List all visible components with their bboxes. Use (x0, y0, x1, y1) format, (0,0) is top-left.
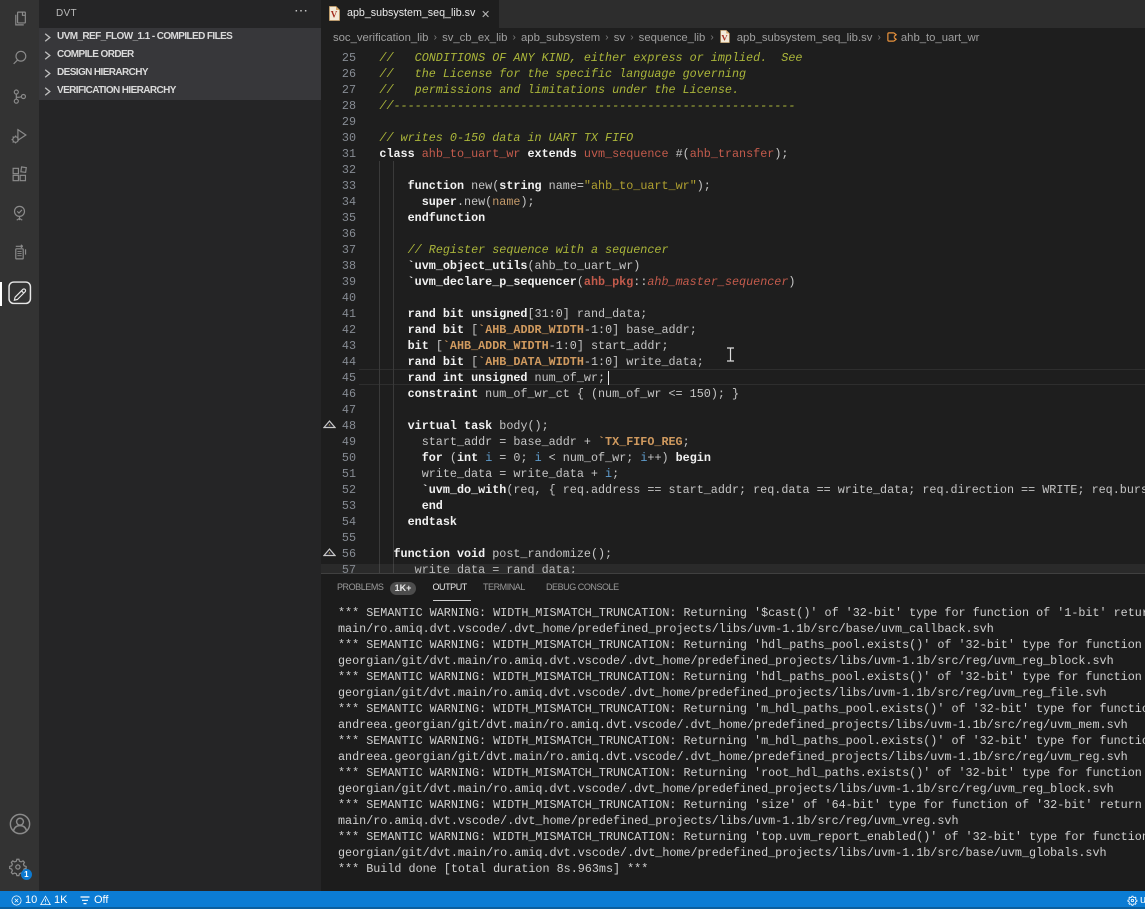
svg-text:V: V (330, 10, 337, 20)
svg-text:V: V (721, 32, 728, 42)
